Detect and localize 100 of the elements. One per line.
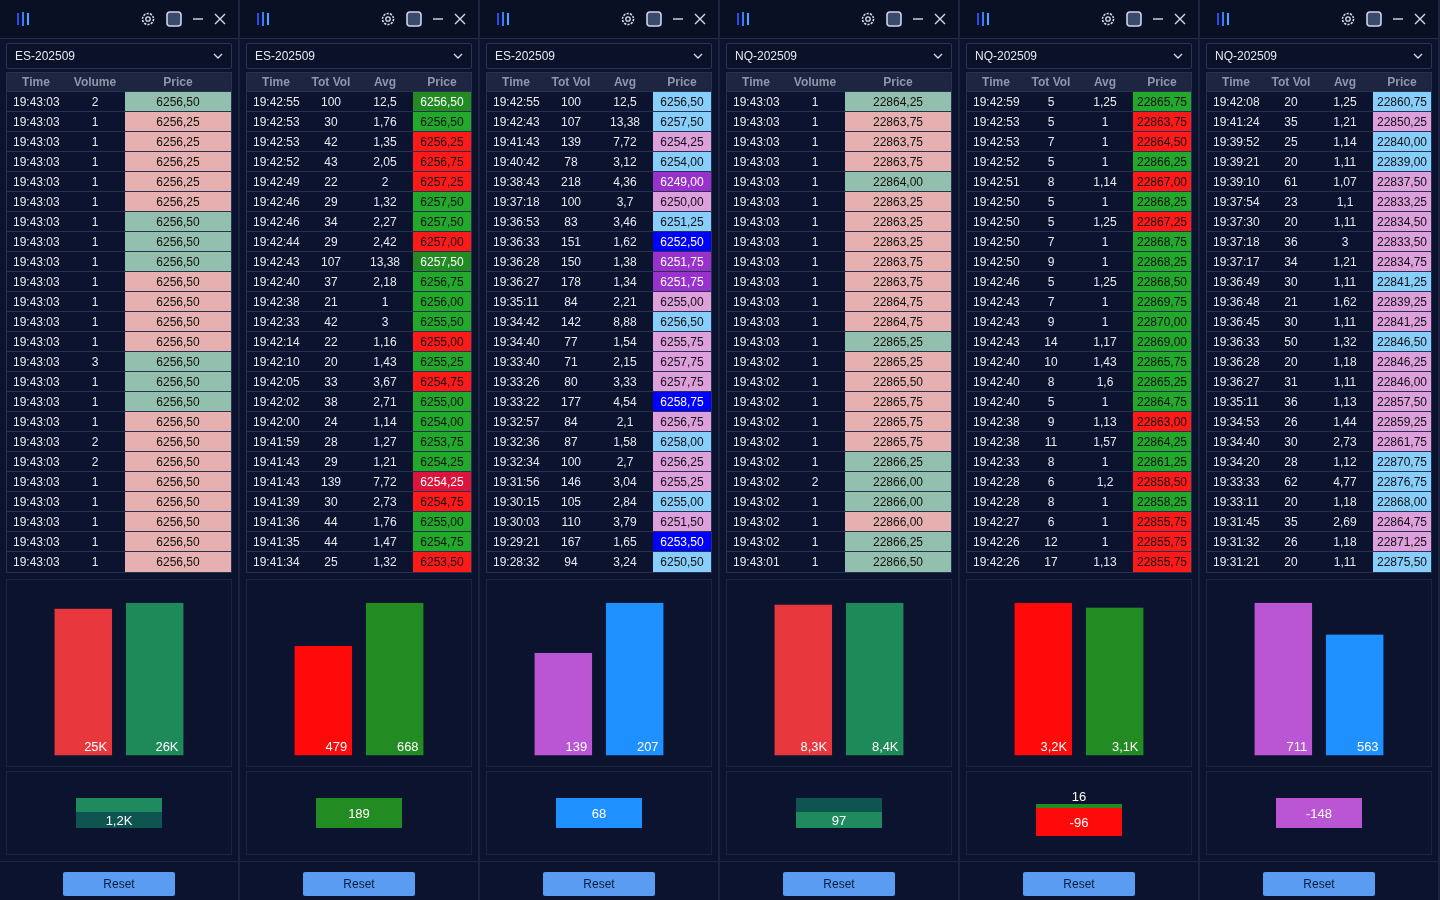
price-cell: 22866,00 (845, 492, 951, 511)
reset-button[interactable]: Reset (303, 872, 415, 896)
table-cell-text: 30 (323, 113, 339, 131)
settings-icon[interactable] (380, 11, 396, 27)
pattern-square-icon[interactable] (1366, 11, 1382, 27)
table-cell-text: 19:42:50 (972, 193, 1021, 211)
table-cell-text: 21 (1283, 293, 1299, 311)
pattern-square-icon[interactable] (166, 11, 182, 27)
table-cell-text: 19:42:08 (1212, 93, 1261, 111)
table-cell-text: 19:41:43 (252, 453, 301, 471)
column-header: Time (501, 74, 531, 91)
symbol-dropdown[interactable]: ES-202509 (486, 43, 712, 69)
table-cell-text: 1 (90, 373, 100, 391)
price-cell: 6257,50 (653, 112, 711, 131)
table-cell-text: 1 (810, 253, 820, 271)
price-cell: 22868,75 (1133, 232, 1191, 251)
table-cell-text: 5 (1046, 153, 1056, 171)
pattern-square-icon[interactable] (886, 11, 902, 27)
table-cell-text: 2 (90, 93, 100, 111)
settings-icon[interactable] (1340, 11, 1356, 27)
price-cell: 6252,50 (653, 232, 711, 251)
settings-icon[interactable] (140, 11, 156, 27)
table-cell-text: 2,71 (372, 393, 398, 411)
table-cell-text: 19:43:03 (12, 93, 61, 111)
price-cell: 22863,00 (1133, 412, 1191, 431)
table-cell-text: 2,73 (1332, 433, 1358, 451)
price-cell: 22869,75 (1133, 292, 1191, 311)
table-cell-text: 1,54 (612, 333, 638, 351)
symbol-dropdown[interactable]: ES-202509 (6, 43, 232, 69)
pattern-square-icon[interactable] (406, 11, 422, 27)
reset-button[interactable]: Reset (543, 872, 655, 896)
table-cell-text: 1 (810, 433, 820, 451)
table-cell-text: 19:42:38 (252, 293, 301, 311)
table-cell-text: 6 (1046, 473, 1056, 491)
table-cell-text: 19:42:43 (492, 113, 541, 131)
table-cell-text: 19:32:34 (492, 453, 541, 471)
table-cell-text: 7,72 (612, 133, 638, 151)
chevron-icon (453, 53, 463, 59)
table-cell-text: 2,69 (1332, 513, 1358, 531)
table-cell-text: 1 (810, 233, 820, 251)
settings-icon[interactable] (860, 11, 876, 27)
close-icon[interactable] (694, 13, 706, 25)
table-cell-text: 19:43:03 (12, 133, 61, 151)
bar-value: 563 (1357, 739, 1379, 755)
pattern-square-icon[interactable] (1126, 11, 1142, 27)
price-cell: 22868,00 (1373, 492, 1431, 511)
close-icon[interactable] (1414, 13, 1426, 25)
table-cell-text: 19:43:03 (12, 333, 61, 351)
price-cell: 6256,50 (125, 232, 231, 251)
price-cell: 6256,50 (125, 92, 231, 111)
table-cell-text: 1 (90, 393, 100, 411)
symbol-dropdown[interactable]: NQ-202509 (1206, 43, 1432, 69)
table-cell-text: 13,38 (609, 113, 641, 131)
reset-button[interactable]: Reset (1263, 872, 1375, 896)
table-cell-text: 7 (1046, 293, 1056, 311)
price-cell: 22855,75 (1133, 512, 1191, 531)
table-cell-text: 19:43:03 (12, 193, 61, 211)
table-cell-text: 19:42:10 (252, 353, 301, 371)
table-cell-text: 19:42:52 (252, 153, 301, 171)
table-cell-text: 1 (1100, 453, 1110, 471)
price-cell: 22834,50 (1373, 212, 1431, 231)
settings-icon[interactable] (1100, 11, 1116, 27)
table-cell-text: 9 (1046, 313, 1056, 331)
table-cell-text: 1 (90, 533, 100, 551)
table-cell-text: 19:42:46 (252, 193, 301, 211)
delta-bar: 1,2K (76, 812, 162, 828)
symbol-dropdown[interactable]: NQ-202509 (966, 43, 1192, 69)
settings-icon[interactable] (620, 11, 636, 27)
reset-button[interactable]: Reset (783, 872, 895, 896)
price-cell: 6254,75 (413, 492, 471, 511)
close-icon[interactable] (934, 13, 946, 25)
table-cell-text: 105 (560, 493, 582, 511)
table-cell-text: 19:42:43 (972, 293, 1021, 311)
table-cell-text: 20 (323, 353, 339, 371)
price-cell: 6256,50 (125, 452, 231, 471)
table-cell-text: 19:42:40 (972, 393, 1021, 411)
table-cell-text: 19:43:03 (12, 233, 61, 251)
price-cell: 22846,00 (1373, 372, 1431, 391)
price-cell: 22870,00 (1133, 312, 1191, 331)
price-cell: 6256,25 (125, 132, 231, 151)
table-cell-text: 19:33:40 (492, 353, 541, 371)
table-cell-text: 1,07 (1332, 173, 1358, 191)
table-cell-text: 1,43 (372, 353, 398, 371)
reset-button[interactable]: Reset (1023, 872, 1135, 896)
symbol-dropdown[interactable]: ES-202509 (246, 43, 472, 69)
table-cell-text: 3,67 (372, 373, 398, 391)
close-icon[interactable] (1174, 13, 1186, 25)
logo-icon (976, 12, 990, 26)
table-cell-text: 35 (1283, 113, 1299, 131)
price-cell: 22861,75 (1373, 432, 1431, 451)
table-cell-text: 19:43:03 (12, 453, 61, 471)
symbol-dropdown[interactable]: NQ-202509 (726, 43, 952, 69)
close-icon[interactable] (214, 13, 226, 25)
bar-value: 668 (397, 739, 419, 755)
price-cell: 6255,25 (413, 352, 471, 371)
price-cell: 6250,00 (653, 192, 711, 211)
close-icon[interactable] (454, 13, 466, 25)
table-cell-text: 19:33:26 (492, 373, 541, 391)
pattern-square-icon[interactable] (646, 11, 662, 27)
reset-button[interactable]: Reset (63, 872, 175, 896)
